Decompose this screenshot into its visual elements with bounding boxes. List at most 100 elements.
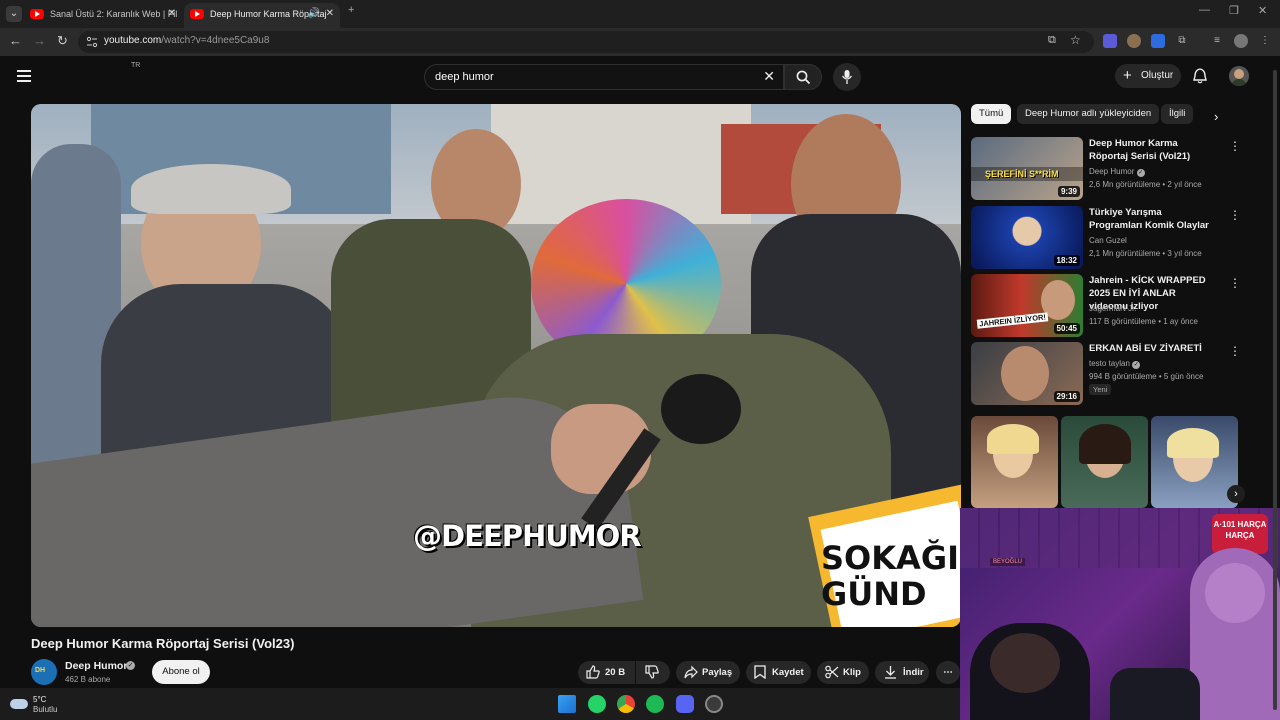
search-box[interactable]: deep humor ✕ <box>424 64 784 90</box>
subscribe-button[interactable]: Abone ol <box>152 660 210 684</box>
channel-name[interactable]: Deep Humor <box>65 660 127 672</box>
discord-icon[interactable] <box>676 695 694 713</box>
related-video[interactable]: ŞEREFİNİ S**RİM 9:39 Deep Humor Karma Rö… <box>971 137 1241 203</box>
related-channel[interactable]: testo taylan ✓ <box>1089 359 1141 369</box>
thumbnail-caption: JAHREIN İZLİYOR! <box>976 312 1049 329</box>
new-tab-button[interactable]: + <box>348 4 354 16</box>
extension-calendar-icon[interactable] <box>1151 34 1165 48</box>
thumbs-down-icon <box>645 665 659 679</box>
more-vertical-icon[interactable]: ⋮ <box>1229 139 1241 153</box>
like-count: 20 B <box>605 667 626 678</box>
scissors-icon <box>825 665 839 679</box>
extension-discord-icon[interactable] <box>1103 34 1117 48</box>
more-vertical-icon[interactable]: ⋮ <box>1229 208 1241 222</box>
chip-related[interactable]: İlgili <box>1161 104 1194 124</box>
new-badge: Yeni <box>1089 384 1112 395</box>
page-scrollbar[interactable] <box>1272 70 1278 710</box>
youtube-favicon-icon <box>190 9 204 19</box>
account-avatar[interactable] <box>1229 66 1249 86</box>
youtube-favicon-icon <box>30 9 44 19</box>
thumbnail-caption: ŞEREFİNİ S**RİM <box>985 169 1059 179</box>
related-video-title[interactable]: ERKAN ABİ EV ZİYARETİ <box>1089 342 1217 355</box>
clip-button[interactable]: Klip <box>817 661 869 684</box>
save-button[interactable]: Kaydet <box>746 661 811 684</box>
short-thumbnail[interactable] <box>971 416 1058 508</box>
reload-icon[interactable]: ↻ <box>57 33 68 49</box>
weather-temperature[interactable]: 5°C <box>33 695 46 704</box>
notifications-bell-icon[interactable] <box>1193 68 1207 84</box>
browser-tab[interactable]: Sanal Üstü 2: Karanlık Web | Fil ✕ <box>24 3 182 28</box>
search-button[interactable] <box>784 64 822 90</box>
shorts-shelf <box>971 416 1241 508</box>
chevron-right-icon[interactable]: › <box>1214 109 1218 124</box>
create-button[interactable]: + Oluştur <box>1115 64 1181 88</box>
close-tab-icon[interactable]: ✕ <box>326 3 334 25</box>
video-cap <box>131 164 291 214</box>
bookmark-star-icon[interactable]: ☆ <box>1070 33 1081 47</box>
dislike-button[interactable] <box>636 661 670 684</box>
chrome-icon[interactable] <box>617 695 635 713</box>
tab-search-button[interactable]: ⌄ <box>6 6 22 22</box>
spotify-icon[interactable] <box>646 695 664 713</box>
related-video[interactable]: 29:16 ERKAN ABİ EV ZİYARETİ testo taylan… <box>971 342 1241 408</box>
chip-from-uploader[interactable]: Deep Humor adlı yükleyiciden <box>1017 104 1160 124</box>
related-channel[interactable]: Deep Humor ✓ <box>1089 167 1145 177</box>
video-thumbnail[interactable]: 29:16 <box>971 342 1083 405</box>
forward-icon[interactable]: → <box>33 33 46 48</box>
extension-cookie-icon[interactable] <box>1127 34 1141 48</box>
download-button[interactable]: İndir <box>875 661 929 684</box>
related-channel-name[interactable]: JagermaN Jr. <box>1089 304 1137 313</box>
short-thumbnail[interactable] <box>1151 416 1238 508</box>
related-video-title[interactable]: Deep Humor Karma Röportaj Serisi (Vol21) <box>1089 137 1217 163</box>
chrome-menu-icon[interactable]: ⋮ <box>1258 34 1272 48</box>
share-label: Paylaş <box>702 667 733 678</box>
install-app-icon[interactable]: ⧉ <box>1048 34 1056 47</box>
related-channel-name: Deep Humor <box>1089 167 1135 176</box>
start-windows-icon[interactable] <box>558 695 576 713</box>
like-button[interactable]: 20 B <box>578 661 635 684</box>
channel-avatar[interactable]: DH <box>31 659 57 685</box>
more-vertical-icon[interactable]: ⋮ <box>1229 344 1241 358</box>
related-video[interactable]: JAHREIN İZLİYOR! 50:45 Jahrein - KİCK WR… <box>971 274 1241 340</box>
related-video-title[interactable]: Türkiye Yarışma Programları Komik Olayla… <box>1089 206 1217 232</box>
video-duration: 29:16 <box>1053 391 1080 402</box>
video-thumbnail[interactable]: 18:32 <box>971 206 1083 269</box>
weather-description[interactable]: Bulutlu <box>33 705 57 714</box>
clear-search-icon[interactable]: ✕ <box>763 68 775 85</box>
video-microphone <box>661 374 741 444</box>
menu-icon[interactable] <box>17 70 31 82</box>
subscriber-count: 462 B abone <box>65 675 111 684</box>
site-info-icon[interactable] <box>86 36 98 48</box>
profile-avatar-icon[interactable] <box>1234 34 1248 48</box>
chevron-right-icon[interactable]: › <box>1227 485 1245 503</box>
video-thumbnail[interactable]: ŞEREFİNİ S**RİM 9:39 <box>971 137 1083 200</box>
related-video[interactable]: 18:32 Türkiye Yarışma Programları Komik … <box>971 206 1241 272</box>
search-input[interactable]: deep humor <box>435 71 494 83</box>
extensions-puzzle-icon[interactable]: ⧉ <box>1175 34 1189 48</box>
clip-label: Klip <box>843 667 861 678</box>
steam-icon[interactable] <box>705 695 723 713</box>
address-bar[interactable]: youtube.com/watch?v=4dnee5Ca9u8 ⧉ ☆ <box>78 31 1094 53</box>
speaker-icon[interactable]: 🔊 <box>308 3 320 25</box>
maximize-button[interactable]: ❐ <box>1229 4 1239 17</box>
reading-list-icon[interactable]: ≡ <box>1210 34 1224 48</box>
more-vertical-icon[interactable]: ⋮ <box>1229 276 1241 290</box>
browser-tab-active[interactable]: Deep Humor Karma Röportaj 🔊 ✕ <box>184 3 340 28</box>
share-button[interactable]: Paylaş <box>676 661 740 684</box>
whatsapp-icon[interactable] <box>588 695 606 713</box>
minimize-button[interactable]: — <box>1199 4 1210 16</box>
url-text: youtube.com/watch?v=4dnee5Ca9u8 <box>104 35 269 46</box>
video-player[interactable]: @DEEPHUMOR SOKAĞI GÜND <box>31 104 961 627</box>
video-thumbnail[interactable]: JAHREIN İZLİYOR! 50:45 <box>971 274 1083 337</box>
close-window-button[interactable]: ✕ <box>1258 4 1267 17</box>
related-video-meta: 117 B görüntüleme • 1 ay önce <box>1089 317 1198 326</box>
back-icon[interactable]: ← <box>9 33 22 48</box>
chip-all[interactable]: Tümü <box>971 104 1012 124</box>
voice-search-button[interactable] <box>833 63 861 91</box>
more-actions-button[interactable]: ⋯ <box>936 661 960 684</box>
short-thumbnail[interactable] <box>1061 416 1148 508</box>
url-host: youtube.com <box>104 35 162 46</box>
related-channel-name[interactable]: Can Guzel <box>1089 236 1127 245</box>
url-path: /watch?v=4dnee5Ca9u8 <box>161 35 270 46</box>
close-tab-icon[interactable]: ✕ <box>168 3 176 25</box>
